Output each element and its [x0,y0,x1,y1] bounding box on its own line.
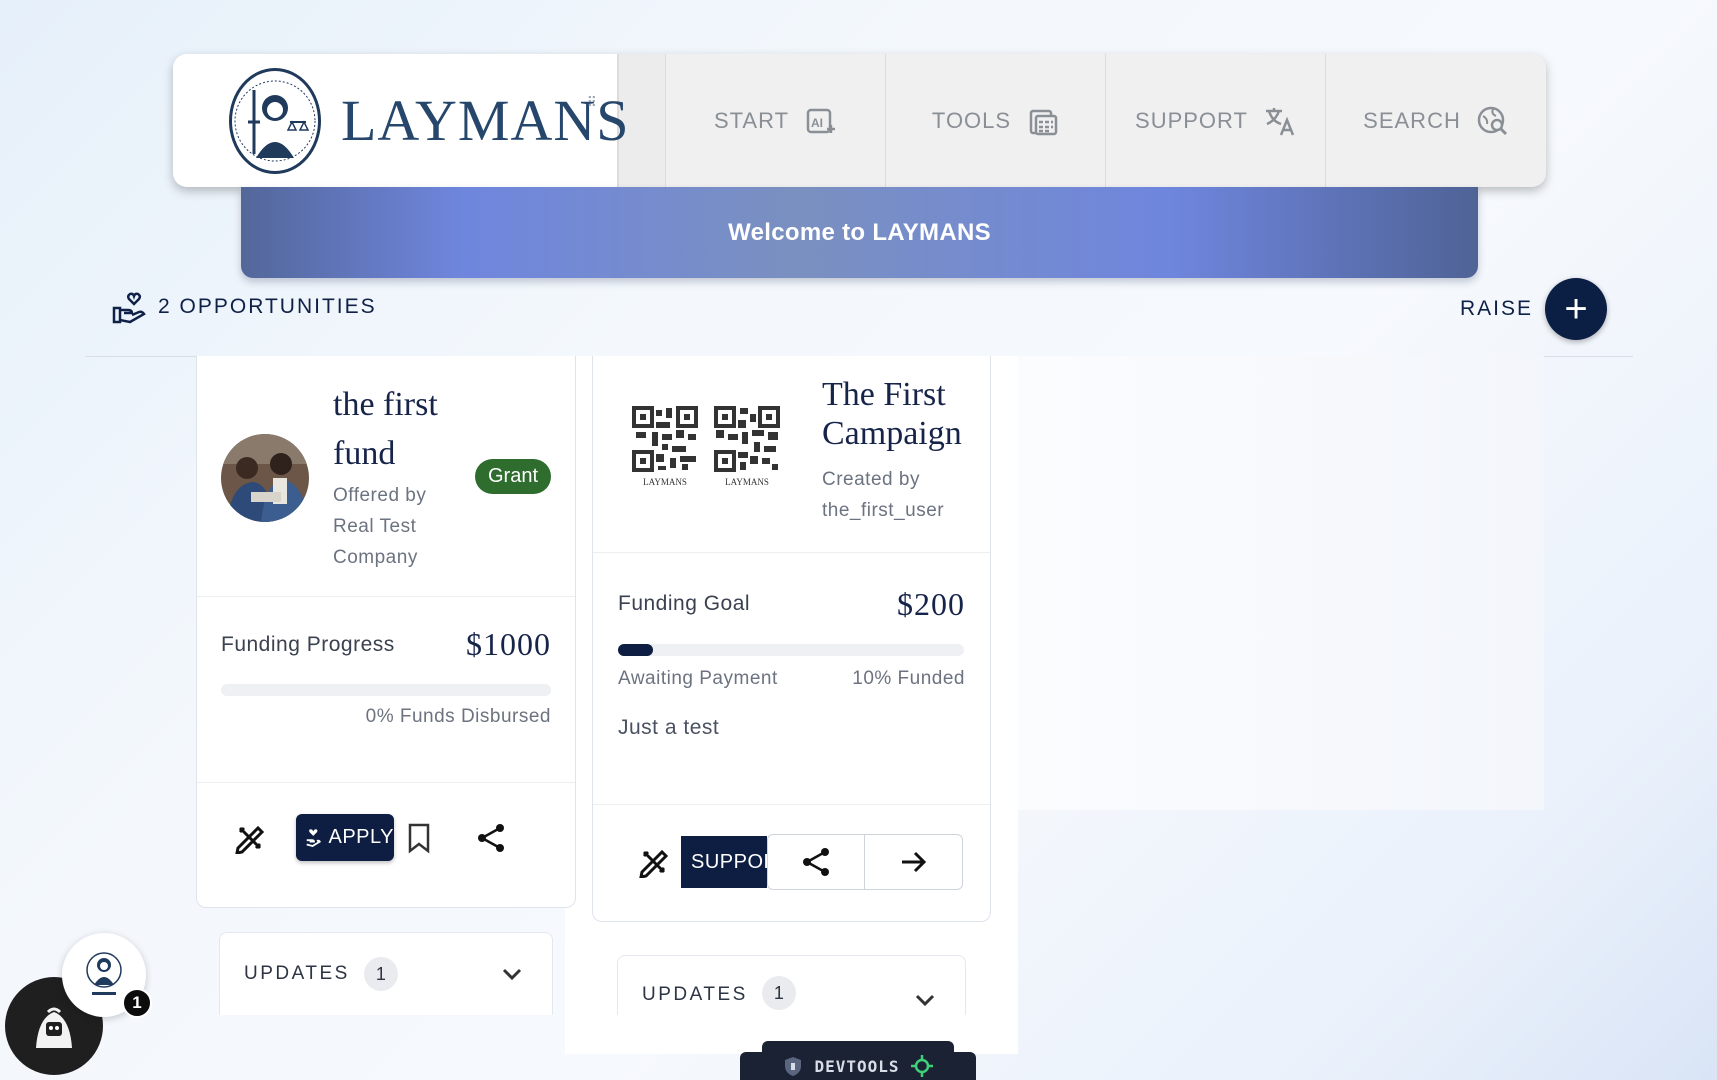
bookmark-button[interactable] [399,818,439,858]
fund-avatar [221,434,309,522]
grant-badge: Grant [475,459,552,494]
funding-progress-label: Funding Progress [221,633,395,656]
funding-goal-label: Funding Goal [618,592,751,615]
fund-updates-accordion[interactable]: UPDATES 1 [219,932,553,1015]
card-separator [593,804,990,805]
calculator-icon [1029,109,1058,135]
support-button[interactable]: SUPPORT [681,836,767,888]
edit-tools-button[interactable] [230,818,270,858]
campaign-creator[interactable]: the_first_user [822,495,962,526]
qr-code-icon [632,406,698,472]
campaign-amount: $200 [897,586,965,622]
funded-percent: 10% Funded [852,668,965,689]
top-navigation: LAYMANS ⠿ START AI TOOLS SUPPORT SEARCH [173,54,1546,187]
updates-count-badge: 1 [363,957,398,991]
share-icon [478,824,504,852]
pencil-ruler-icon [235,825,265,854]
fund-offered-line2[interactable]: Real Test [333,511,438,542]
card-separator [197,596,575,597]
chevron-down-icon [915,994,935,1007]
campaign-updates-accordion[interactable]: UPDATES 1 [617,955,966,1015]
card-separator [593,552,990,553]
campaign-progress-fill [618,644,653,656]
apply-button[interactable]: APPLY [296,814,394,861]
translate-icon [1265,107,1295,135]
raise-control: RAISE + [1460,278,1607,340]
brand-home-link[interactable]: LAYMANS ⠿ [173,54,628,187]
laymans-logo-icon [86,952,122,995]
welcome-text: Welcome to LAYMANS [728,218,991,246]
updates-label: UPDATES [642,984,748,1005]
crosshair-icon [910,1055,933,1077]
qr-caption-1: LAYMANS [643,477,687,487]
nav-start[interactable]: START AI [666,54,886,187]
campaign-progress-bar [618,644,964,656]
raise-add-button[interactable]: + [1545,278,1607,340]
campaign-card: LAYMANS LAYMANS The First Campaign Creat… [592,356,991,922]
campaign-created-line1: Created by [822,469,920,490]
devtools-label: DEVTOOLS [814,1056,900,1076]
nav-tools-label: TOOLS [931,107,1012,133]
updates-label: UPDATES [244,963,350,984]
campaign-description: Just a test [618,716,720,739]
fund-offered-line1: Offered by [333,485,427,506]
arrow-right-icon [901,851,926,873]
campaign-title-line2[interactable]: Campaign [822,417,962,451]
drag-dots-icon: ⠿ [586,94,597,110]
qr-code-1[interactable]: LAYMANS [632,406,698,487]
share-button[interactable] [471,818,511,858]
notification-badge: 1 [122,988,152,1018]
qr-codes: LAYMANS LAYMANS [632,406,780,487]
opportunities-count: 2 OPPORTUNITIES [110,290,377,324]
shield-icon [785,1057,802,1076]
empty-column-area [1018,356,1544,810]
payment-status: Awaiting Payment [618,668,778,689]
qr-code-icon [714,406,780,472]
globe-search-icon [1477,106,1507,135]
chevron-down-icon [502,968,522,981]
funds-disbursed: 0% Funds Disbursed [365,706,551,727]
bookmark-icon [408,823,430,854]
qr-caption-2: LAYMANS [725,477,769,487]
devtools-toggle[interactable]: DEVTOOLS [740,1052,976,1080]
fund-amount: $1000 [466,626,551,662]
qr-code-2[interactable]: LAYMANS [714,406,780,487]
raise-label: RAISE [1459,297,1533,320]
edit-tools-button[interactable] [634,842,674,882]
updates-count-badge: 1 [761,976,796,1010]
open-campaign-button[interactable] [865,834,963,890]
card-separator [197,782,575,783]
nav-search[interactable]: SEARCH [1326,54,1546,187]
share-button[interactable] [767,834,865,890]
nav-tools[interactable]: TOOLS [886,54,1106,187]
nav-support-label: SUPPORT [1135,107,1248,133]
fund-title-line2[interactable]: fund [333,429,438,478]
fund-title-line1[interactable]: the first [333,380,438,429]
opportunity-card-fund: the first fund Offered by Real Test Comp… [196,356,576,908]
laymans-logo-icon [229,67,321,174]
assistant-avatar-icon [36,1007,72,1048]
hand-heart-icon [112,292,146,324]
campaign-action-group: SUPPORT [681,834,963,890]
devtools-tab-handle [762,1041,954,1052]
share-icon [803,848,829,876]
ai-sparkle-icon: AI [806,108,836,133]
fund-offered-line3[interactable]: Company [333,542,438,573]
plus-icon: + [1564,286,1588,331]
fund-progress-bar [221,684,551,696]
svg-text:AI: AI [811,116,823,130]
hand-heart-icon [306,828,321,847]
nav-start-label: START [713,107,790,133]
opportunities-label: 2 OPPORTUNITIES [158,295,377,318]
welcome-banner: Welcome to LAYMANS [241,187,1478,278]
apply-label: APPLY [328,826,394,848]
pencil-ruler-icon [639,849,669,878]
nav-support[interactable]: SUPPORT [1106,54,1326,187]
nav-search-label: SEARCH [1363,107,1461,133]
